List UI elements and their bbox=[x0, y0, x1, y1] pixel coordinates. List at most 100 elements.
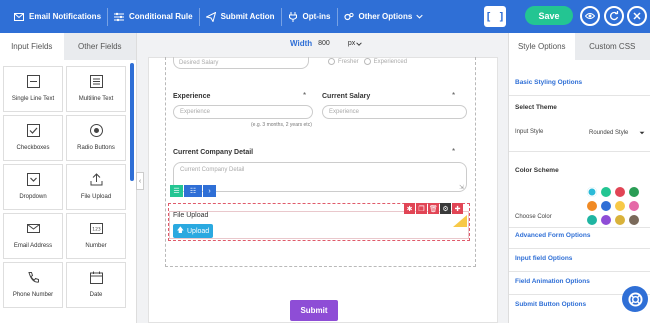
other-options-label: Other Options bbox=[358, 12, 413, 21]
file-upload-label: File Upload bbox=[173, 212, 209, 219]
submit-button-options-link[interactable]: Submit Button Options bbox=[515, 301, 586, 308]
field-radio-buttons[interactable]: Radio Buttons bbox=[66, 115, 126, 161]
field-actions: ✱ ❐ 🗑 ⚙ ✚ bbox=[404, 203, 464, 214]
required-mark: * bbox=[452, 91, 456, 100]
style-tabs: Style Options Custom CSS bbox=[509, 33, 650, 60]
gears-icon bbox=[343, 12, 354, 20]
width-input[interactable]: 800 bbox=[318, 40, 330, 47]
fields-tabs: Input Fields Other Fields bbox=[0, 33, 136, 60]
submit-action-button[interactable]: Submit Action bbox=[200, 0, 281, 33]
experience-input[interactable]: Experience bbox=[173, 105, 313, 119]
choose-color-label: Choose Color bbox=[515, 214, 552, 220]
tab-other-fields[interactable]: Other Fields bbox=[63, 33, 136, 60]
basic-styling-link[interactable]: Basic Styling Options bbox=[515, 79, 582, 86]
input-style-value: Rounded Style bbox=[589, 130, 629, 136]
fields-scrollbar[interactable] bbox=[130, 63, 134, 181]
color-swatch[interactable] bbox=[601, 215, 611, 225]
width-unit-select[interactable]: px bbox=[348, 40, 355, 47]
plug-icon bbox=[288, 11, 297, 22]
field-label: Phone Number bbox=[12, 292, 54, 298]
close-icon bbox=[633, 12, 641, 20]
input-field-options-link[interactable]: Input field Options bbox=[515, 255, 572, 262]
required-toggle-icon[interactable]: ✱ bbox=[404, 203, 415, 214]
resize-handle-icon[interactable]: ⇲ bbox=[459, 184, 464, 191]
fields-panel: Input Fields Other Fields Single Line Te… bbox=[0, 33, 137, 323]
input-style-select[interactable]: Rounded Style bbox=[587, 127, 650, 139]
company-detail-placeholder: Current Company Detail bbox=[180, 167, 245, 173]
file-upload-field[interactable] bbox=[169, 211, 469, 239]
other-options-dropdown[interactable]: Other Options bbox=[338, 0, 430, 33]
current-salary-label: Current Salary bbox=[322, 93, 371, 100]
field-phone-number[interactable]: Phone Number bbox=[3, 262, 63, 308]
refresh-icon bbox=[610, 11, 619, 21]
color-swatch[interactable] bbox=[587, 201, 597, 211]
code-view-button[interactable]: [ ] bbox=[484, 6, 506, 27]
field-single-line-text[interactable]: Single Line Text bbox=[3, 66, 63, 112]
columns-icon[interactable]: ☷ bbox=[184, 185, 202, 197]
radio-experienced[interactable] bbox=[363, 58, 371, 65]
color-swatch[interactable] bbox=[615, 215, 625, 225]
checkbox-icon bbox=[26, 124, 40, 137]
color-scheme-heading: Color Scheme bbox=[515, 167, 559, 174]
gear-icon[interactable]: ⚙ bbox=[440, 203, 451, 214]
color-swatch[interactable] bbox=[587, 187, 597, 197]
caret-down-icon bbox=[639, 131, 645, 135]
color-swatch[interactable] bbox=[601, 187, 611, 197]
field-multiline-text[interactable]: Multiline Text bbox=[66, 66, 126, 112]
color-swatch[interactable] bbox=[629, 187, 639, 197]
radio-fresher[interactable] bbox=[328, 58, 335, 65]
color-swatch[interactable] bbox=[601, 201, 611, 211]
collapse-panel-handle[interactable]: ‹ bbox=[136, 172, 144, 190]
tab-style-options[interactable]: Style Options bbox=[509, 33, 575, 60]
desired-salary-placeholder: Desired Salary bbox=[179, 59, 219, 66]
current-salary-input[interactable]: Experience bbox=[322, 105, 467, 119]
tab-input-fields[interactable]: Input Fields bbox=[0, 33, 64, 60]
chevron-down-icon bbox=[356, 41, 362, 46]
lifebuoy-icon bbox=[627, 291, 643, 307]
color-swatch[interactable] bbox=[629, 201, 639, 211]
advanced-form-link[interactable]: Advanced Form Options bbox=[515, 232, 590, 239]
style-panel: Style Options Custom CSS Basic Styling O… bbox=[508, 33, 650, 323]
width-label: Width bbox=[290, 39, 313, 48]
field-animation-link[interactable]: Field Animation Options bbox=[515, 278, 590, 285]
experience-label: Experience bbox=[173, 93, 211, 100]
company-detail-textarea[interactable]: Current Company Detail bbox=[173, 162, 467, 192]
move-icon[interactable]: ✚ bbox=[452, 203, 463, 214]
field-number[interactable]: 123 Number bbox=[66, 213, 126, 259]
envelope-icon bbox=[26, 224, 40, 233]
save-button[interactable]: Save bbox=[525, 6, 573, 25]
field-list: Single Line Text Multiline Text Checkbox… bbox=[3, 66, 127, 308]
email-notifications-button[interactable]: Email Notifications bbox=[0, 0, 107, 33]
submit-button[interactable]: Submit bbox=[290, 300, 338, 321]
field-date[interactable]: Date bbox=[66, 262, 126, 308]
desired-salary-input[interactable]: Desired Salary bbox=[173, 57, 309, 69]
chevron-right-icon[interactable]: › bbox=[203, 185, 216, 197]
envelope-icon bbox=[14, 12, 24, 21]
tab-custom-css[interactable]: Custom CSS bbox=[574, 33, 650, 60]
duplicate-icon[interactable]: ❐ bbox=[416, 203, 427, 214]
divider bbox=[509, 248, 650, 249]
upload-button[interactable]: 🡅 Upload bbox=[173, 224, 213, 238]
conditional-rule-button[interactable]: Conditional Rule bbox=[108, 0, 199, 33]
opt-ins-button[interactable]: Opt-ins bbox=[282, 0, 337, 33]
field-file-upload[interactable]: File Upload bbox=[66, 164, 126, 210]
color-swatch[interactable] bbox=[615, 187, 625, 197]
color-swatch[interactable] bbox=[587, 215, 597, 225]
field-label: Date bbox=[89, 292, 103, 298]
help-button[interactable] bbox=[622, 286, 648, 312]
submit-action-label: Submit Action bbox=[220, 12, 275, 21]
color-swatch[interactable] bbox=[615, 201, 625, 211]
divider bbox=[509, 227, 650, 228]
reset-button[interactable] bbox=[604, 6, 624, 26]
field-email-address[interactable]: Email Address bbox=[3, 213, 63, 259]
preview-button[interactable] bbox=[580, 6, 600, 26]
field-checkboxes[interactable]: Checkboxes bbox=[3, 115, 63, 161]
menu-icon[interactable]: ☰ bbox=[170, 185, 183, 197]
phone-icon bbox=[27, 272, 39, 283]
trash-icon[interactable]: 🗑 bbox=[428, 203, 439, 214]
field-label: Number bbox=[85, 243, 107, 249]
field-dropdown[interactable]: Dropdown bbox=[3, 164, 63, 210]
single-line-text-icon bbox=[26, 75, 40, 88]
color-swatch[interactable] bbox=[629, 215, 639, 225]
close-button[interactable] bbox=[627, 6, 647, 26]
